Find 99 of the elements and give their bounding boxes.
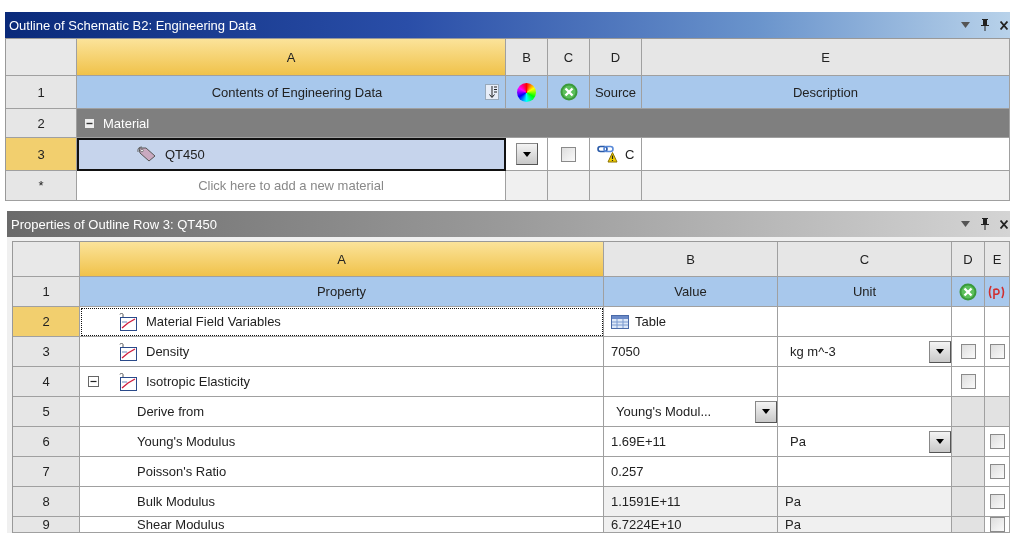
close-icon[interactable] (1000, 20, 1008, 30)
material-cell[interactable]: QT450 (77, 138, 506, 171)
close-circle-icon (959, 282, 977, 301)
row-number: 8 (13, 487, 80, 517)
parameter-icon (987, 283, 1007, 300)
property-name: Material Field Variables (146, 314, 281, 329)
collapse-icon[interactable] (88, 376, 99, 387)
link-warning-icon (597, 145, 619, 163)
row-number: * (6, 171, 77, 201)
unit-text: kg m^-3 (790, 344, 836, 359)
row-number: 9 (13, 517, 80, 533)
pin-icon[interactable] (980, 218, 990, 230)
property-cell[interactable]: Bulk Modulus (80, 487, 604, 517)
checkbox[interactable] (989, 434, 1005, 449)
value-text: Young's Modul... (616, 404, 712, 419)
source-text: C (625, 146, 635, 162)
row-number: 6 (13, 427, 80, 457)
collapse-icon[interactable] (85, 118, 94, 128)
property-cell[interactable]: Isotropic Elasticity (80, 367, 604, 397)
corner-cell[interactable] (6, 39, 77, 76)
dropdown-arrow-icon[interactable] (961, 221, 970, 227)
column-header[interactable]: B (506, 39, 548, 76)
property-cell[interactable]: Derive from (80, 397, 604, 427)
header-cell: Source (590, 76, 642, 109)
property-cell[interactable]: Shear Modulus (80, 517, 604, 533)
dropdown-arrow-icon[interactable] (961, 22, 970, 28)
property-name: Isotropic Elasticity (146, 374, 251, 389)
close-circle-icon (559, 83, 578, 101)
chart-icon (118, 312, 138, 331)
checkbox[interactable] (960, 374, 976, 389)
close-icon[interactable] (1000, 219, 1008, 229)
column-header[interactable]: E (985, 242, 1010, 277)
pin-icon[interactable] (980, 19, 990, 31)
table-icon (611, 314, 629, 329)
column-header[interactable]: A (77, 39, 506, 76)
dropdown-button[interactable] (515, 143, 538, 165)
unit-dropdown[interactable]: Pa (778, 427, 952, 457)
property-cell[interactable]: Poisson's Ratio (80, 457, 604, 487)
row-number: 5 (13, 397, 80, 427)
header-label: Contents of Engineering Data (211, 84, 383, 100)
property-cell[interactable]: Density (80, 337, 604, 367)
checkbox[interactable] (989, 464, 1005, 479)
value-field[interactable]: 0.257 (604, 457, 778, 487)
header-cell: Property (80, 277, 604, 307)
group-row[interactable]: Material (77, 109, 1010, 138)
row-number: 2 (6, 109, 77, 138)
column-header[interactable]: C (548, 39, 590, 76)
unit-cell: Pa (778, 517, 952, 533)
property-name: Density (146, 344, 190, 359)
column-header[interactable]: E (642, 39, 1010, 76)
row-number: 2 (13, 307, 80, 337)
column-header[interactable]: D (952, 242, 985, 277)
row-number: 3 (6, 138, 77, 171)
caret-icon (936, 349, 944, 354)
checkbox[interactable] (561, 146, 576, 162)
caret-icon (936, 439, 944, 444)
dropdown-button[interactable] (929, 340, 951, 363)
row-number: 3 (13, 337, 80, 367)
chart-icon (118, 372, 138, 391)
dropdown-button[interactable] (755, 400, 777, 423)
color-wheel-icon (517, 82, 536, 102)
header-cell: Unit (778, 277, 952, 307)
header-cell: Description (642, 76, 1010, 109)
add-material-placeholder[interactable]: Click here to add a new material (77, 171, 506, 201)
column-header[interactable]: C (778, 242, 952, 277)
column-header[interactable]: D (590, 39, 642, 76)
unit-cell: Pa (778, 487, 952, 517)
checkbox[interactable] (989, 517, 1005, 532)
header-cell: Value (604, 277, 778, 307)
row-number: 1 (13, 277, 80, 307)
row-number: 7 (13, 457, 80, 487)
value-field[interactable]: 7050 (604, 337, 778, 367)
panel-title: Outline of Schematic B2: Engineering Data (9, 17, 257, 33)
checkbox[interactable] (989, 494, 1005, 509)
value-cell: 1.1591E+11 (604, 487, 778, 517)
value-dropdown[interactable]: Young's Modul... (604, 397, 778, 427)
column-header[interactable]: B (604, 242, 778, 277)
corner-cell[interactable] (13, 242, 80, 277)
value-cell: 6.7224E+10 (604, 517, 778, 533)
chart-icon (118, 342, 138, 361)
caret-icon (762, 409, 770, 414)
row-number: 4 (13, 367, 80, 397)
checkbox[interactable] (960, 344, 976, 359)
property-cell[interactable]: Material Field Variables (80, 307, 604, 337)
panel-title: Properties of Outline Row 3: QT450 (11, 216, 217, 232)
material-name: QT450 (165, 146, 205, 162)
group-label: Material (103, 115, 150, 131)
column-header[interactable]: A (80, 242, 604, 277)
property-cell[interactable]: Young's Modulus (80, 427, 604, 457)
caret-icon (522, 151, 531, 157)
dropdown-button[interactable] (929, 430, 951, 453)
unit-dropdown[interactable]: kg m^-3 (778, 337, 952, 367)
value-text[interactable]: Table (635, 314, 667, 329)
unit-text: Pa (790, 434, 806, 449)
row-number: 1 (6, 76, 77, 109)
sort-icon[interactable] (485, 84, 499, 100)
tag-icon (137, 146, 157, 162)
value-field[interactable]: 1.69E+11 (604, 427, 778, 457)
checkbox[interactable] (989, 344, 1005, 359)
